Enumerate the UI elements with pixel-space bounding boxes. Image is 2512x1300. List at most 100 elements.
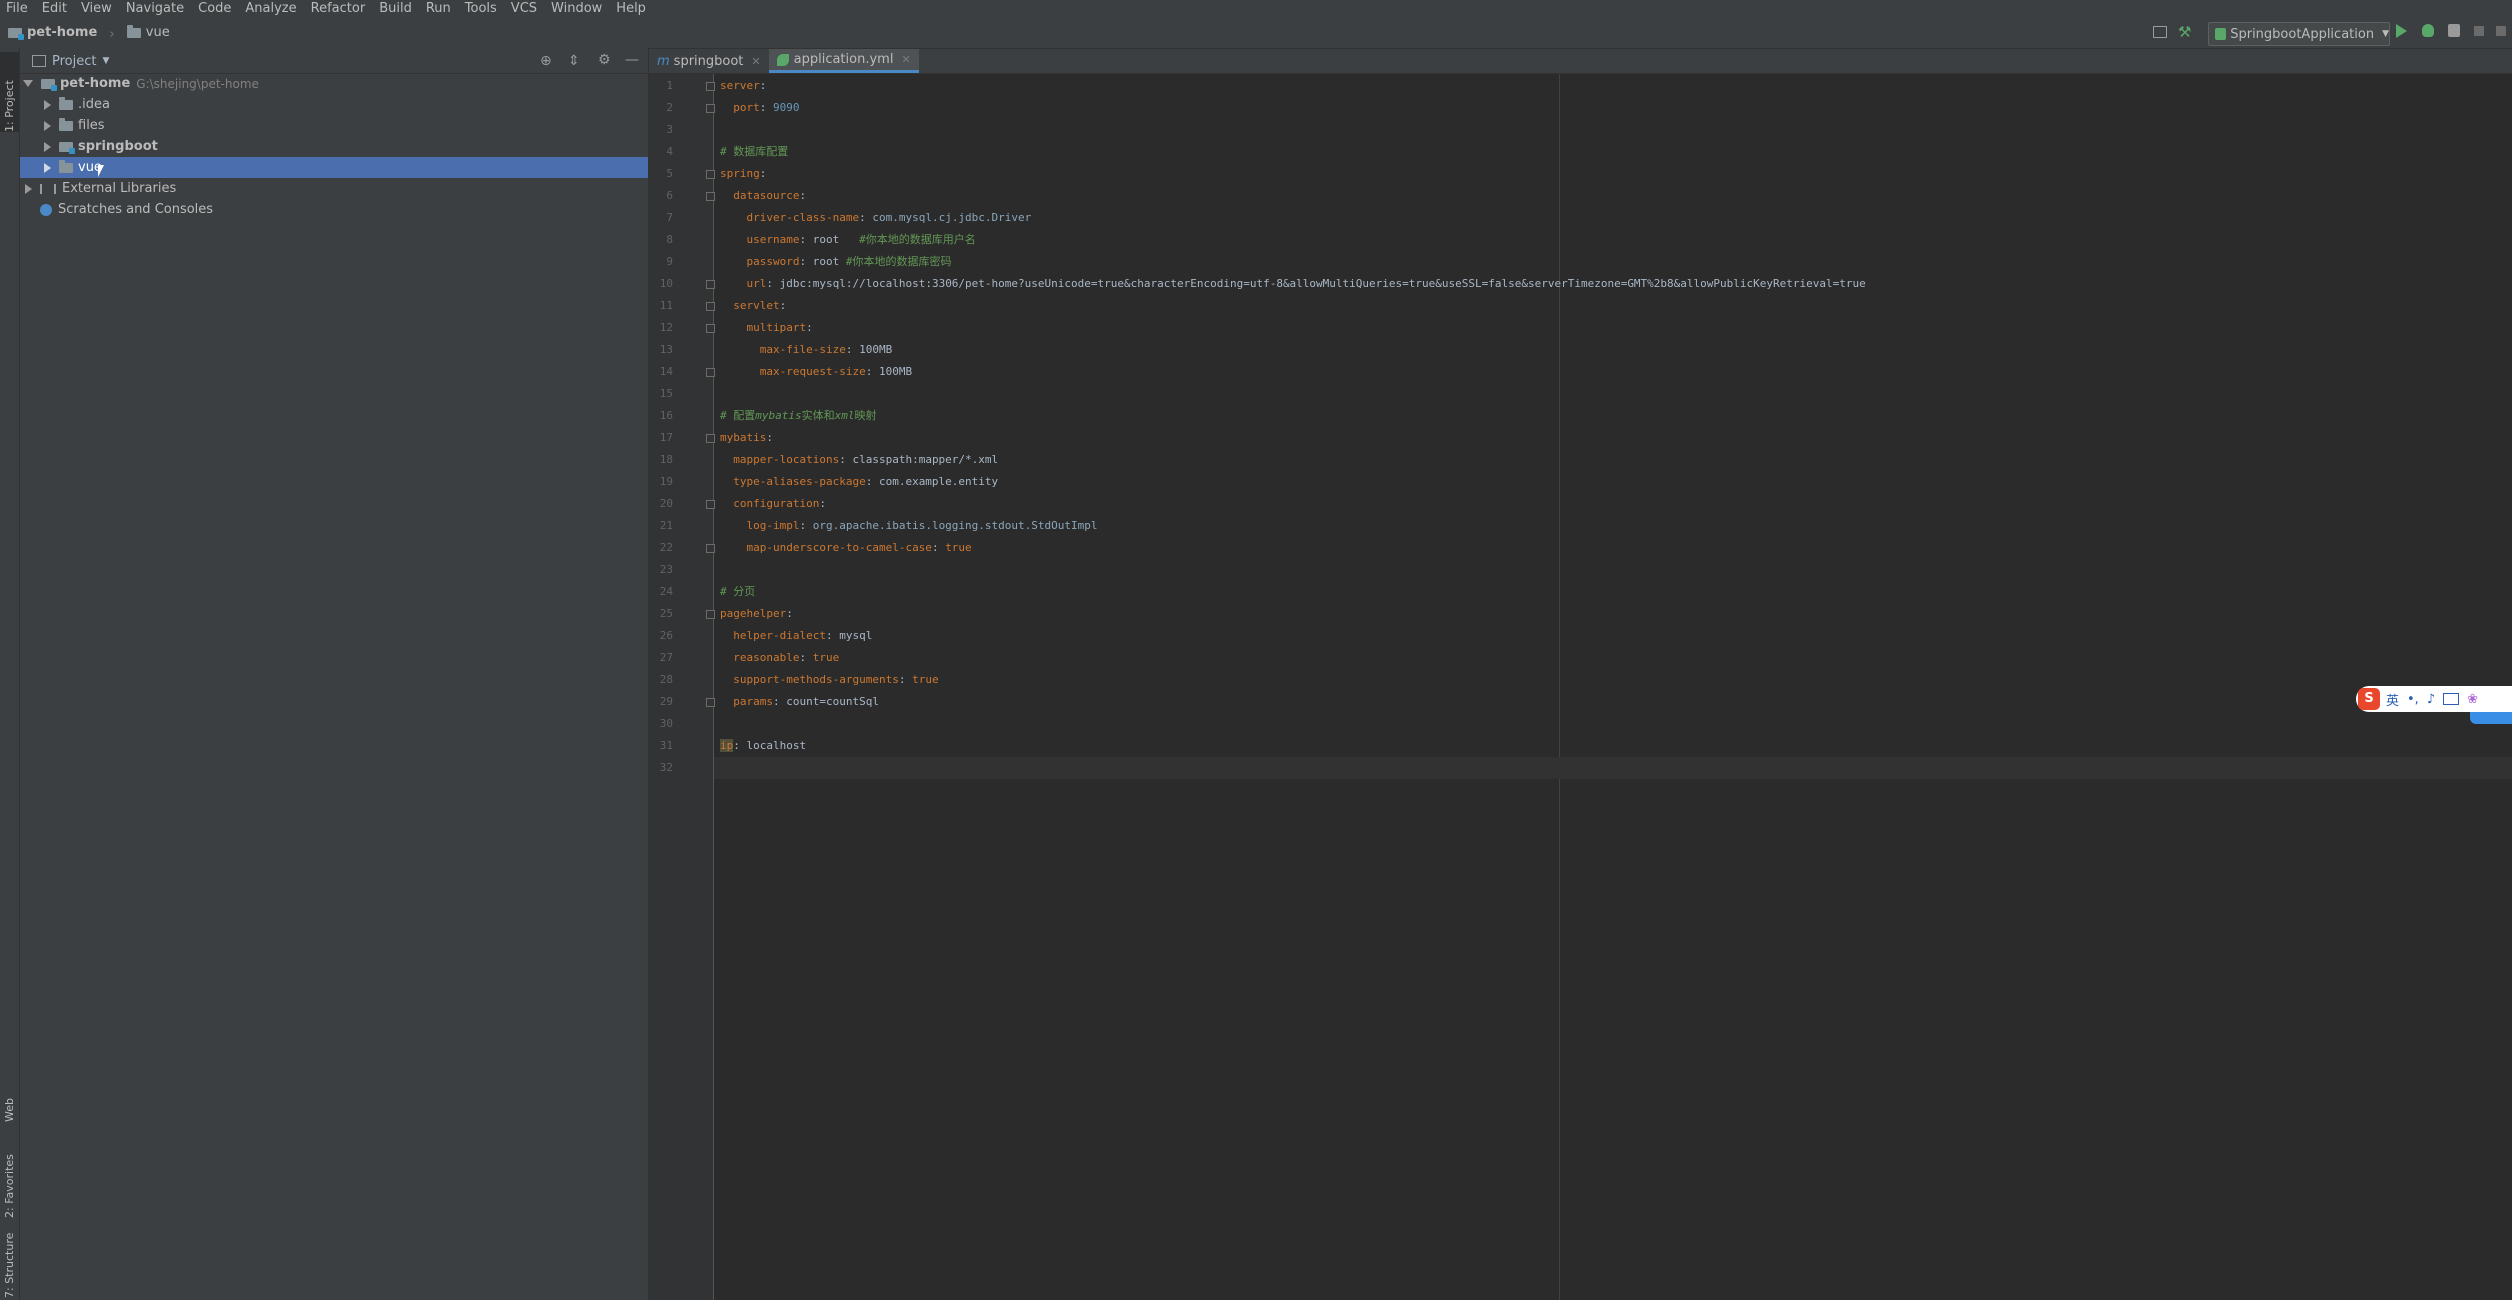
- line-number: 26: [659, 629, 673, 642]
- menu-vcs[interactable]: VCS: [504, 0, 544, 18]
- code-line: # 分页: [720, 585, 756, 598]
- keyboard-icon[interactable]: [2443, 693, 2460, 705]
- menu-code[interactable]: Code: [191, 0, 238, 18]
- expand-arrow-icon[interactable]: [44, 141, 51, 152]
- line-number: 29: [659, 695, 673, 708]
- code-line: pagehelper:: [720, 607, 793, 620]
- menu-edit[interactable]: Edit: [35, 0, 74, 18]
- code-line: max-file-size: 100MB: [759, 343, 893, 356]
- yaml-icon: [776, 53, 789, 66]
- line-number: 23: [659, 563, 673, 576]
- fold-marker[interactable]: [706, 544, 715, 553]
- breadcrumb-folder[interactable]: vue: [126, 24, 170, 40]
- fold-marker[interactable]: [706, 698, 715, 707]
- chevron-down-icon[interactable]: ▼: [102, 56, 109, 66]
- locate-icon[interactable]: ⊕: [540, 53, 552, 69]
- menu-refactor[interactable]: Refactor: [304, 0, 373, 18]
- menu-view[interactable]: View: [74, 0, 119, 18]
- menu-window[interactable]: Window: [544, 0, 609, 18]
- ime-toolbar[interactable]: S 英 •, ♪ ❀: [2356, 686, 2512, 712]
- tab-application-yml[interactable]: application.yml ✕: [768, 49, 919, 73]
- tree-root[interactable]: pet-home G:\shejing\pet-home: [20, 73, 648, 94]
- line-number: 5: [666, 167, 673, 180]
- run-configuration-select[interactable]: SpringbootApplication ▼: [2208, 22, 2390, 46]
- fold-marker[interactable]: [706, 104, 715, 113]
- search-everywhere-icon[interactable]: [2496, 26, 2506, 36]
- expand-arrow-icon[interactable]: [44, 162, 51, 173]
- module-icon: [41, 78, 57, 91]
- line-number: 6: [666, 189, 673, 202]
- stop-icon[interactable]: [2474, 26, 2484, 36]
- expand-arrow-icon[interactable]: [25, 183, 32, 194]
- menu-run[interactable]: Run: [419, 0, 458, 18]
- tree-item-external-libraries[interactable]: External Libraries: [20, 178, 648, 199]
- line-number: 17: [659, 431, 673, 444]
- fold-marker[interactable]: [706, 280, 715, 289]
- expand-arrow-icon[interactable]: [23, 80, 33, 87]
- layout-icon[interactable]: [2153, 26, 2167, 38]
- tab-springboot[interactable]: m springboot ✕: [649, 49, 769, 73]
- fold-marker[interactable]: [706, 500, 715, 509]
- menu-tools[interactable]: Tools: [458, 0, 504, 18]
- ime-punctuation-toggle[interactable]: •,: [2407, 692, 2419, 707]
- code-line: # 数据库配置: [720, 145, 789, 158]
- tool-tab-structure[interactable]: 7: Structure: [0, 1226, 19, 1298]
- code-line: mybatis:: [720, 431, 773, 444]
- code-line: spring:: [720, 167, 767, 180]
- code-line: ip: localhost: [720, 739, 807, 752]
- scratches-icon: [40, 203, 52, 216]
- fold-marker[interactable]: [706, 610, 715, 619]
- expand-arrow-icon[interactable]: [44, 120, 51, 131]
- right-margin-guide: [1559, 74, 1560, 1300]
- gear-icon[interactable]: ⚙: [598, 52, 611, 68]
- fold-marker[interactable]: [706, 324, 715, 333]
- fold-marker[interactable]: [706, 170, 715, 179]
- minimize-icon[interactable]: —: [625, 52, 639, 68]
- project-view-selector[interactable]: Project: [52, 54, 96, 69]
- fold-marker[interactable]: [706, 302, 715, 311]
- expand-arrow-icon[interactable]: [44, 99, 51, 110]
- tree-item-vue[interactable]: vue: [20, 157, 648, 178]
- menu-analyze[interactable]: Analyze: [238, 0, 303, 18]
- collapse-all-icon[interactable]: ⇕: [568, 53, 580, 69]
- current-line-highlight: [714, 757, 2512, 779]
- menu-file[interactable]: File: [0, 0, 35, 18]
- fold-marker[interactable]: [706, 368, 715, 377]
- breadcrumb: pet-home › vue: [8, 24, 170, 42]
- breadcrumb-separator: ›: [109, 26, 115, 42]
- tool-tab-web[interactable]: Web: [0, 1070, 19, 1122]
- line-number: 9: [666, 255, 673, 268]
- fold-marker[interactable]: [706, 434, 715, 443]
- menu-build[interactable]: Build: [372, 0, 419, 18]
- line-number: 15: [659, 387, 673, 400]
- code-line: max-request-size: 100MB: [759, 365, 913, 378]
- code-line: url: jdbc:mysql://localhost:3306/pet-hom…: [746, 277, 1866, 290]
- tree-item-idea[interactable]: .idea: [20, 94, 648, 115]
- tree-item-scratches[interactable]: Scratches and Consoles: [20, 199, 648, 220]
- ime-language-toggle[interactable]: 英: [2386, 690, 2399, 709]
- fold-marker[interactable]: [706, 192, 715, 201]
- code-line: username: root #你本地的数据库用户名: [746, 233, 976, 246]
- tool-tab-project[interactable]: 1: Project: [0, 52, 19, 132]
- line-number: 16: [659, 409, 673, 422]
- code-line: reasonable: true: [733, 651, 840, 664]
- coverage-icon[interactable]: [2448, 24, 2460, 37]
- code-line: multipart:: [746, 321, 813, 334]
- skin-icon[interactable]: ❀: [2467, 692, 2478, 707]
- microphone-icon[interactable]: ♪: [2427, 692, 2435, 707]
- menu-navigate[interactable]: Navigate: [119, 0, 191, 18]
- debug-icon[interactable]: [2422, 24, 2434, 37]
- tree-item-files[interactable]: files: [20, 115, 648, 136]
- run-icon[interactable]: [2396, 24, 2407, 38]
- close-icon[interactable]: ✕: [751, 55, 760, 68]
- line-number: 4: [666, 145, 673, 158]
- folder-icon: [59, 117, 73, 131]
- build-hammer-icon[interactable]: ⚒: [2178, 23, 2191, 41]
- fold-marker[interactable]: [706, 82, 715, 91]
- close-icon[interactable]: ✕: [901, 53, 910, 66]
- tool-tab-favorites[interactable]: 2: Favorites: [0, 1128, 19, 1218]
- tree-item-springboot[interactable]: springboot: [20, 136, 648, 157]
- menu-help[interactable]: Help: [609, 0, 653, 18]
- breadcrumb-project[interactable]: pet-home: [8, 25, 97, 40]
- line-number: 20: [659, 497, 673, 510]
